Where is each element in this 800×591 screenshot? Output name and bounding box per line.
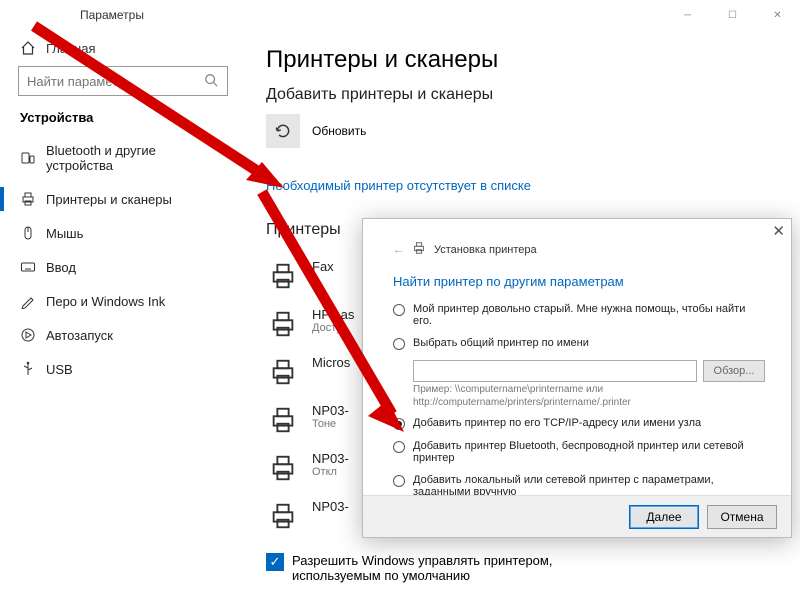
home-label: Главная <box>46 41 95 56</box>
cancel-button[interactable]: Отмена <box>707 505 777 529</box>
autoplay-icon <box>20 327 36 343</box>
radio-icon[interactable] <box>393 304 405 316</box>
option-bluetooth[interactable]: Добавить принтер Bluetooth, беспроводной… <box>393 440 765 464</box>
sidebar-item-label: Перо и Windows Ink <box>46 294 165 309</box>
hint-line1: Пример: \\computername\printername или <box>413 384 603 395</box>
dialog-close-button[interactable]: ✕ <box>772 222 785 240</box>
radio-icon[interactable] <box>393 338 405 350</box>
usb-icon <box>20 361 36 377</box>
sidebar: Главная Устройства Bluetooth и другие ус… <box>0 30 238 591</box>
search-input[interactable] <box>18 66 228 96</box>
hint-line2: http://computername/printers/printername… <box>413 397 631 408</box>
sidebar-item-autoplay[interactable]: Автозапуск <box>18 319 228 351</box>
device-sub: Откл <box>312 466 349 478</box>
sidebar-item-label: Ввод <box>46 260 76 275</box>
printer-icon <box>20 191 36 207</box>
home-icon <box>20 40 36 56</box>
window-close[interactable]: ✕ <box>755 0 800 30</box>
devices-icon <box>20 150 36 166</box>
keyboard-icon <box>20 259 36 275</box>
browse-button[interactable]: Обзор... <box>703 360 765 382</box>
device-title: NP03- <box>312 499 349 514</box>
shared-name-input[interactable] <box>413 360 697 382</box>
sidebar-item-usb[interactable]: USB <box>18 353 228 385</box>
back-arrow-icon[interactable]: ← <box>393 244 404 256</box>
refresh-label: Обновить <box>312 124 366 138</box>
radio-icon[interactable] <box>393 441 405 453</box>
page-title: Принтеры и сканеры <box>266 46 780 74</box>
printer-icon <box>266 307 300 341</box>
refresh-icon <box>266 114 300 148</box>
window-minimize[interactable]: ─ <box>665 0 710 30</box>
printer-icon <box>266 355 300 389</box>
radio-selected-icon[interactable] <box>393 418 405 430</box>
refresh-row[interactable]: Обновить <box>266 114 780 148</box>
sidebar-item-printers[interactable]: Принтеры и сканеры <box>18 183 228 215</box>
device-sub: Досту <box>312 322 354 334</box>
sidebar-item-label: Bluetooth и другие устройства <box>46 143 222 173</box>
mouse-icon <box>20 225 36 241</box>
option-label: Выбрать общий принтер по имени <box>413 337 589 349</box>
sidebar-item-label: Принтеры и сканеры <box>46 192 172 207</box>
sidebar-item-pen[interactable]: Перо и Windows Ink <box>18 285 228 317</box>
device-sub: Тоне <box>312 418 349 430</box>
option-label: Мой принтер довольно старый. Мне нужна п… <box>413 303 765 327</box>
window-title: Параметры <box>80 8 144 22</box>
option-shared-name[interactable]: Выбрать общий принтер по имени <box>393 337 765 350</box>
next-button[interactable]: Далее <box>629 505 699 529</box>
sidebar-item-typing[interactable]: Ввод <box>18 251 228 283</box>
checkbox-checked-icon[interactable]: ✓ <box>266 553 284 571</box>
option-label: Добавить принтер Bluetooth, беспроводной… <box>413 440 765 464</box>
device-title: HP Las <box>312 307 354 322</box>
dialog-heading: Найти принтер по другим параметрам <box>363 258 791 303</box>
device-title: Fax <box>312 259 334 274</box>
printer-icon <box>266 403 300 437</box>
device-title: NP03- <box>312 451 349 466</box>
printer-small-icon <box>412 241 426 258</box>
dialog-title: Установка принтера <box>434 244 537 256</box>
printer-icon <box>266 259 300 293</box>
sidebar-item-bluetooth[interactable]: Bluetooth и другие устройства <box>18 135 228 181</box>
option-tcp-ip[interactable]: Добавить принтер по его TCP/IP-адресу ил… <box>393 417 765 430</box>
sidebar-item-label: USB <box>46 362 73 377</box>
home-nav[interactable]: Главная <box>18 36 228 66</box>
device-title: Micros <box>312 355 350 370</box>
add-printer-dialog: ✕ ← Установка принтера Найти принтер по … <box>362 218 792 538</box>
manage-default-label: Разрешить Windows управлять принтером, и… <box>292 553 622 583</box>
device-title: NP03- <box>312 403 349 418</box>
option-label: Добавить принтер по его TCP/IP-адресу ил… <box>413 417 701 429</box>
sidebar-item-label: Мышь <box>46 226 83 241</box>
sidebar-item-label: Автозапуск <box>46 328 113 343</box>
missing-printer-link[interactable]: Необходимый принтер отсутствует в списке <box>266 178 780 193</box>
printer-icon <box>266 451 300 485</box>
sidebar-item-mouse[interactable]: Мышь <box>18 217 228 249</box>
manage-default-row[interactable]: ✓ Разрешить Windows управлять принтером,… <box>266 553 780 583</box>
radio-icon[interactable] <box>393 475 405 487</box>
printer-icon <box>266 499 300 533</box>
window-maximize[interactable]: ☐ <box>710 0 755 30</box>
add-section-title: Добавить принтеры и сканеры <box>266 86 780 104</box>
option-old-printer[interactable]: Мой принтер довольно старый. Мне нужна п… <box>393 303 765 327</box>
pen-icon <box>20 293 36 309</box>
sidebar-category: Устройства <box>20 110 228 125</box>
